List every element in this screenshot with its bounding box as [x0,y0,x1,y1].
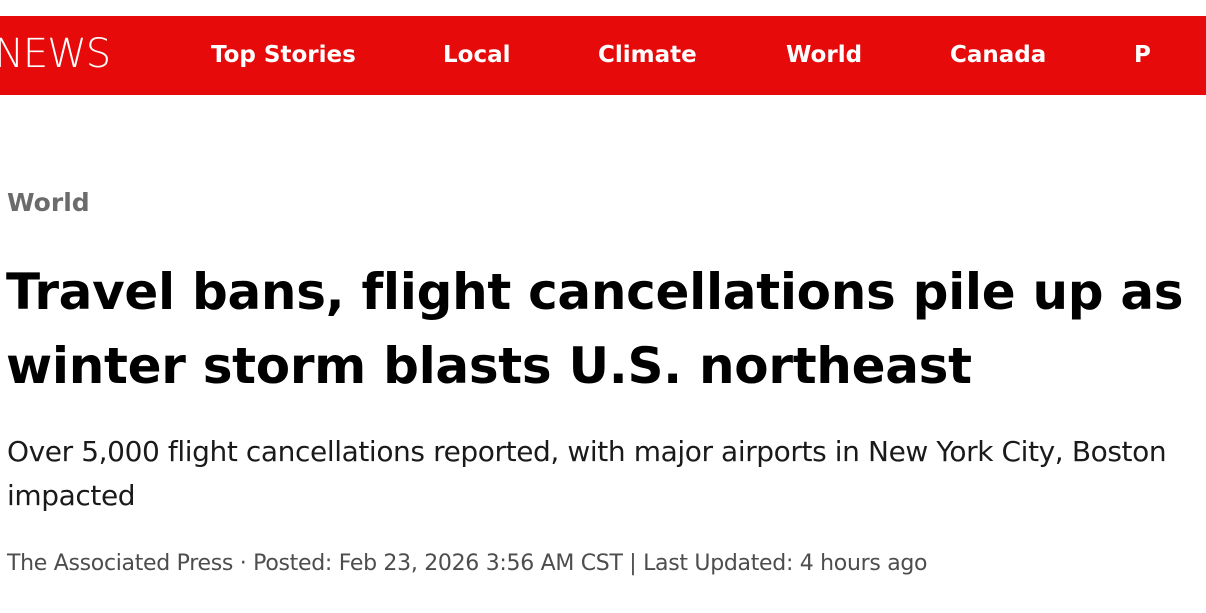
top-spacer [0,0,1206,16]
byline-separator: · [233,551,254,576]
nav-item-climate[interactable]: Climate [598,40,697,70]
byline-author: The Associated Press [7,551,234,576]
nav-item-world[interactable]: World [786,40,862,70]
nav-item-local[interactable]: Local [443,40,511,70]
article-byline: The Associated Press · Posted: Feb 23, 2… [7,548,928,580]
byline-updated: Last Updated: 4 hours ago [643,551,928,576]
site-navbar: NEWS Top Stories Local Climate World Can… [0,16,1206,95]
byline-divider: | [622,551,644,576]
article-headline: Travel bans, flight cancellations pile u… [6,263,1184,395]
nav-item-partial[interactable]: P [1134,40,1206,70]
nav-item-top-stories[interactable]: Top Stories [211,40,356,70]
site-logo[interactable]: NEWS [0,30,111,78]
nav-item-canada[interactable]: Canada [950,40,1046,70]
byline-posted: Posted: Feb 23, 2026 3:56 AM CST [253,551,623,576]
section-label[interactable]: World [7,187,90,219]
article-deck: Over 5,000 flight cancellations reported… [7,435,1167,512]
